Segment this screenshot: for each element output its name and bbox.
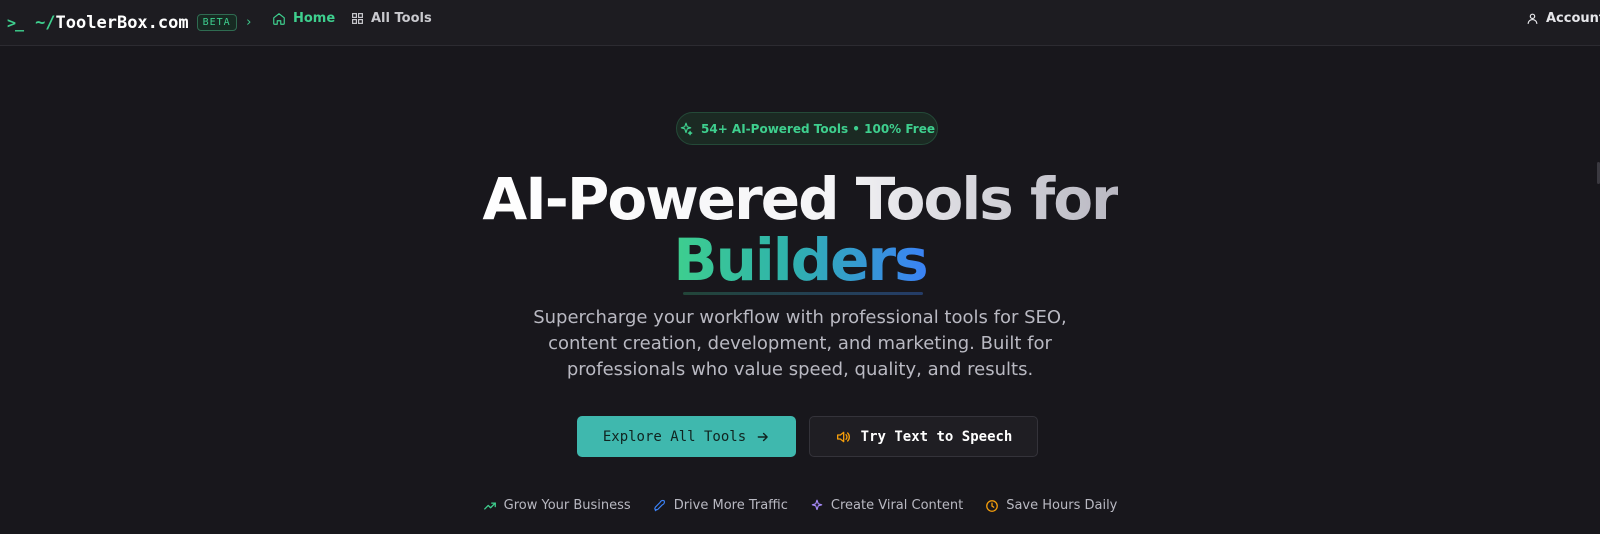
chevron-right-icon: › — [244, 15, 253, 30]
feature-label: Drive More Traffic — [673, 498, 788, 513]
explore-all-tools-button[interactable]: Explore All Tools — [577, 416, 796, 457]
speaker-icon — [836, 431, 850, 442]
try-text-to-speech-button[interactable]: Try Text to Speech — [809, 416, 1038, 457]
title-underline — [683, 292, 923, 295]
hero-title-line1: AI-Powered Tools for — [0, 170, 1600, 228]
trending-up-icon — [483, 501, 496, 510]
hero-title-line2: Builders — [0, 231, 1600, 289]
hero-title-text: AI-Powered Tools for — [482, 165, 1119, 233]
user-icon — [1527, 13, 1538, 24]
feature-label: Grow Your Business — [503, 498, 631, 513]
clock-icon — [986, 499, 999, 512]
brand-name: ~/ToolerBox.com — [35, 13, 189, 33]
arrow-right-icon — [757, 432, 768, 441]
top-nav: >_ ~/ToolerBox.com BETA › Home All Tools… — [0, 0, 1600, 46]
explore-all-tools-label: Explore All Tools — [602, 428, 747, 445]
nav-home-label: Home — [293, 11, 336, 26]
feature-item: Create Viral Content — [810, 498, 963, 513]
nav-home-link[interactable]: Home — [272, 11, 335, 26]
tools-count-badge: 54+ AI-Powered Tools • 100% Free — [676, 112, 938, 145]
nav-account-link[interactable]: Account — [1526, 11, 1600, 26]
hero-description: Supercharge your workflow with professio… — [533, 307, 1067, 380]
sparkle-icon — [811, 499, 823, 510]
rocket-icon — [653, 499, 665, 511]
feature-label: Create Viral Content — [830, 498, 964, 513]
beta-badge: BETA — [196, 14, 237, 31]
tools-count-text: 54+ AI-Powered Tools • 100% Free — [701, 121, 935, 136]
feature-item: Save Hours Daily — [985, 498, 1117, 513]
brand-name-text: ToolerBox.com — [55, 12, 189, 33]
grid-icon — [352, 13, 363, 24]
nav-all-tools-link[interactable]: All Tools — [351, 11, 432, 26]
feature-label: Save Hours Daily — [1006, 498, 1118, 513]
nav-all-tools-label: All Tools — [371, 11, 432, 26]
try-text-to-speech-label: Try Text to Speech — [860, 428, 1013, 445]
nav-account-label: Account — [1546, 11, 1600, 26]
home-icon — [273, 12, 285, 25]
brand-tilde: ~/ — [35, 12, 56, 33]
hero-title-highlight: Builders — [673, 226, 928, 294]
sparkle-icon — [680, 122, 693, 135]
feature-list: Grow Your Business Drive More Traffic Cr… — [0, 498, 1600, 513]
brand-logo[interactable]: >_ ~/ToolerBox.com BETA › — [7, 13, 253, 33]
feature-item: Drive More Traffic — [653, 498, 788, 513]
feature-item: Grow Your Business — [483, 498, 631, 513]
terminal-prompt-icon: >_ — [7, 13, 24, 32]
